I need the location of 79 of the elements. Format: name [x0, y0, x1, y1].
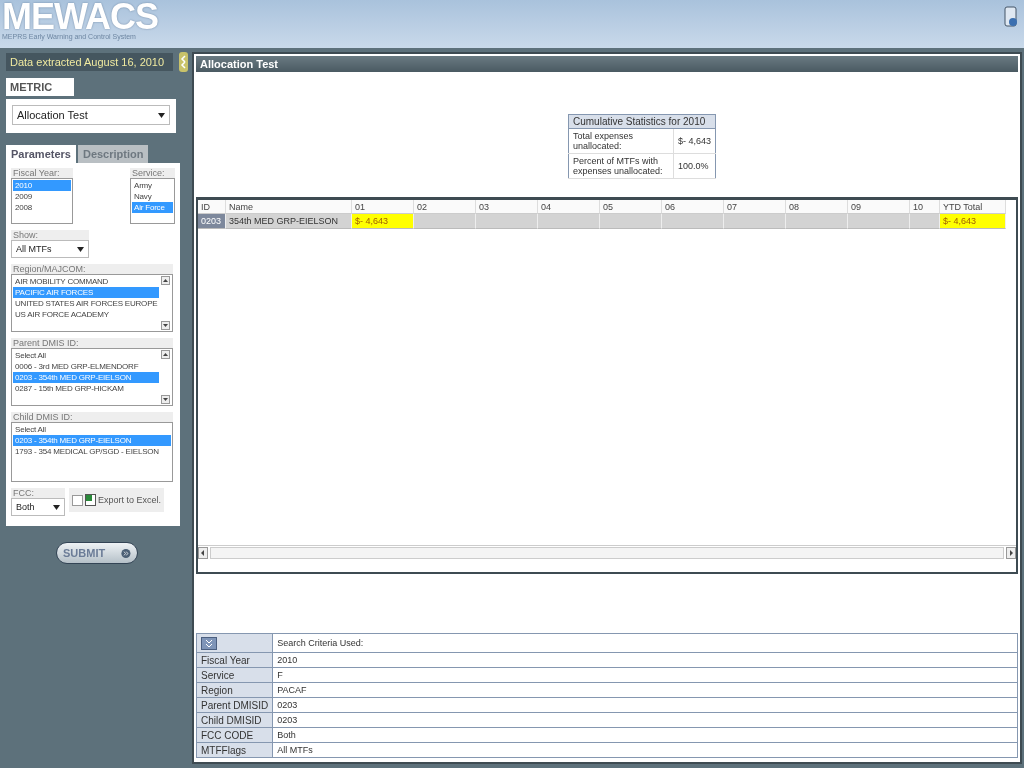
table-cell: 0203 [198, 214, 226, 229]
export-label: Export to Excel. [98, 495, 162, 505]
column-header[interactable]: 02 [414, 200, 476, 214]
field-label: Child DMIS ID: [11, 412, 173, 422]
criteria-value: 2010 [272, 652, 1018, 668]
criteria-value: 0203 [272, 697, 1018, 713]
criteria-value: All MTFs [272, 742, 1018, 758]
table-cell: $- 4,643 [673, 128, 716, 154]
column-header[interactable]: 04 [538, 200, 600, 214]
table-cell: Total expenses unallocated: [568, 128, 674, 154]
list-box[interactable]: AIR MOBILITY COMMAND PACIFIC AIR FORCES UNITED STATES AIR FORCES EUROPE US AIR FORCE ACADEMY [11, 274, 173, 332]
list-box[interactable]: Select All 0006 - 3rd MED GRP-ELMENDORF 0203 - 354th MED GRP-EIELSON 0287 - 15th MED GRP-HICKAM [11, 348, 173, 406]
data-date-banner: Data extracted August 16, 2010 [6, 53, 173, 71]
table-cell: $- 4,643 [352, 214, 414, 229]
column-header[interactable]: YTD Total [940, 200, 1006, 214]
table-cell: Percent of MTFs with expenses unallocated: [568, 153, 674, 179]
field-label: Fiscal Year: [11, 168, 73, 178]
list-option[interactable]: Select All [13, 424, 171, 435]
help-icon[interactable] [1004, 6, 1018, 28]
show-dropdown[interactable]: All MTFs [11, 240, 89, 258]
forward-icon [121, 546, 131, 560]
caret-icon [158, 112, 165, 118]
list-box[interactable]: 2010 2009 2008 [11, 178, 73, 224]
criteria-value: 0203 [272, 712, 1018, 728]
list-option[interactable]: AIR MOBILITY COMMAND [13, 276, 159, 287]
column-header[interactable]: 03 [476, 200, 538, 214]
list-option[interactable]: Select All [13, 350, 159, 361]
table-cell: $- 4,643 [940, 214, 1006, 229]
column-header[interactable]: 01 [352, 200, 414, 214]
spreadsheet-icon [85, 494, 96, 506]
table-cell: 354th MED GRP-EIELSON [226, 214, 352, 229]
caret-icon [53, 504, 60, 510]
scroll-left-icon[interactable] [198, 547, 208, 559]
field-label: Service: [130, 168, 175, 178]
field-label: Region/MAJCOM: [11, 264, 173, 274]
list-option[interactable]: 2009 [13, 191, 71, 202]
field-label: FCC: [11, 488, 65, 498]
list-option[interactable]: 0006 - 3rd MED GRP-ELMENDORF [13, 361, 159, 372]
panel-title: Allocation Test [196, 56, 1018, 72]
list-box[interactable]: Select All 0203 - 354th MED GRP-EIELSON 1793 - 354 MEDICAL GP/SGD - EIELSON [11, 422, 173, 482]
column-header[interactable]: 05 [600, 200, 662, 214]
criteria-value: Both [272, 727, 1018, 743]
export-checkbox[interactable] [72, 494, 83, 506]
metric-label: METRIC [6, 78, 74, 96]
criteria-title: Search Criteria Used: [272, 633, 1018, 653]
caret-icon [77, 246, 84, 252]
column-header[interactable]: 06 [662, 200, 724, 214]
column-header[interactable]: ID [198, 200, 226, 214]
column-header[interactable]: 07 [724, 200, 786, 214]
fcc-dropdown[interactable]: Both [11, 498, 65, 516]
app-logo: MEWACS [2, 0, 158, 33]
list-option[interactable]: UNITED STATES AIR FORCES EUROPE [13, 298, 159, 309]
field-label: Parent DMIS ID: [11, 338, 173, 348]
list-option[interactable]: 2008 [13, 202, 71, 213]
list-option[interactable]: 1793 - 354 MEDICAL GP/SGD - EIELSON [13, 446, 171, 457]
list-option[interactable]: US AIR FORCE ACADEMY [13, 309, 159, 320]
column-header[interactable]: Name [226, 200, 352, 214]
scroll-up-icon[interactable] [161, 276, 170, 285]
column-header[interactable]: 10 [910, 200, 940, 214]
column-header[interactable]: 08 [786, 200, 848, 214]
list-option[interactable]: 0287 - 15th MED GRP-HICKAM [13, 383, 159, 394]
metric-dropdown[interactable]: Allocation Test [12, 105, 170, 125]
criteria-value: PACAF [272, 682, 1018, 698]
table-header: Cumulative Statistics for 2010 [568, 114, 716, 129]
scroll-down-icon[interactable] [161, 321, 170, 330]
column-header[interactable]: 09 [848, 200, 910, 214]
table-cell: 100.0% [673, 153, 716, 179]
scroll-up-icon[interactable] [161, 350, 170, 359]
criteria-value: F [272, 667, 1018, 683]
expand-icon[interactable] [201, 636, 217, 650]
scroll-down-icon[interactable] [161, 395, 170, 404]
list-box[interactable]: Army Navy Air Force [130, 178, 175, 224]
list-option[interactable]: Navy [132, 191, 173, 202]
scroll-right-icon[interactable] [1006, 547, 1016, 559]
tab[interactable]: Parameters [6, 145, 76, 163]
field-label: Show: [11, 230, 89, 240]
list-option[interactable]: Army [132, 180, 173, 191]
collapse-icon[interactable] [179, 52, 188, 72]
horizontal-scrollbar[interactable] [210, 547, 1004, 559]
